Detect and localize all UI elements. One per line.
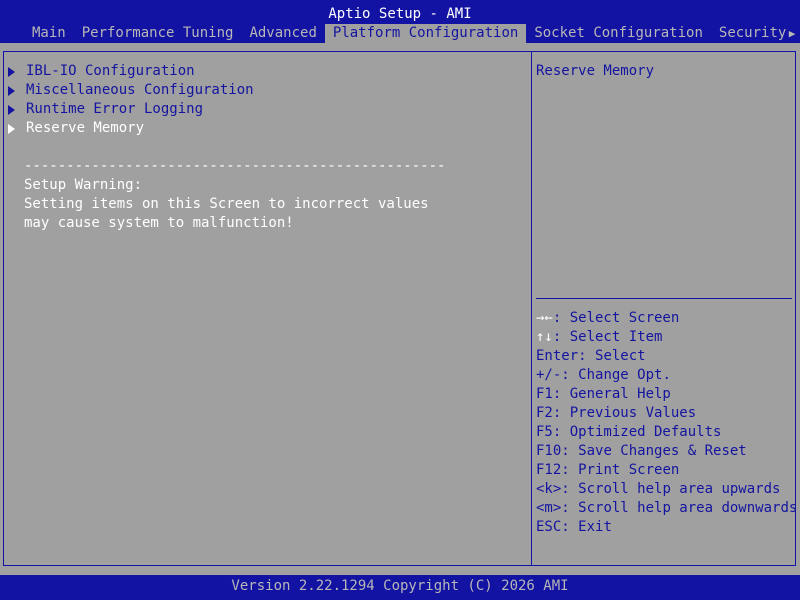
key-help-desc: : Optimized Defaults: [552, 424, 722, 440]
key-help-desc: : Scroll help area downwards: [561, 500, 798, 516]
arrow-up-down-icon: ↑↓: [536, 329, 553, 345]
key-help-desc: : Select: [578, 348, 646, 364]
arrow-left-right-icon: →←: [536, 310, 553, 326]
key-help-item: F10: Save Changes & Reset: [536, 442, 797, 461]
menu-item-iblio-configuration[interactable]: IBL-IO Configuration: [6, 62, 254, 81]
footer-bar: Version 2.22.1294 Copyright (C) 2026 AMI: [0, 575, 800, 600]
key-help-item: F1: General Help: [536, 385, 797, 404]
key-help-key: F5: [536, 424, 553, 440]
key-help-key: F10: [536, 443, 562, 459]
menu-item-reserve-memory[interactable]: Reserve Memory: [6, 119, 254, 138]
key-help-desc: : General Help: [552, 386, 671, 402]
tab-performance-tuning[interactable]: Performance Tuning: [74, 24, 242, 43]
key-help-key: +/-: [536, 367, 562, 383]
menu-item-label: Runtime Error Logging: [26, 101, 204, 117]
menu-list: IBL-IO Configuration Miscellaneous Confi…: [6, 62, 254, 138]
tab-bar: Main Performance Tuning Advanced Platfor…: [0, 24, 800, 43]
title-bar: Aptio Setup - AMI Main Performance Tunin…: [0, 0, 800, 43]
key-help-list: →←: Select Screen ↑↓: Select Item Enter:…: [536, 309, 797, 537]
warning-separator: ----------------------------------------…: [24, 158, 446, 174]
key-help-item: <k>: Scroll help area upwards: [536, 480, 797, 499]
key-help-item: →←: Select Screen: [536, 309, 797, 328]
tab-socket-configuration[interactable]: Socket Configuration: [526, 24, 711, 43]
key-help-key: <k>: [536, 481, 562, 497]
key-help-item: F5: Optimized Defaults: [536, 423, 797, 442]
tab-advanced[interactable]: Advanced: [241, 24, 324, 43]
submenu-arrow-icon: [8, 123, 15, 134]
key-help-item: F12: Print Screen: [536, 461, 797, 480]
key-help-key: Enter: [536, 348, 579, 364]
key-help-item: ↑↓: Select Item: [536, 328, 797, 347]
key-help-desc: : Change Opt.: [561, 367, 671, 383]
tab-platform-configuration[interactable]: Platform Configuration: [324, 24, 527, 43]
key-help-item: <m>: Scroll help area downwards: [536, 499, 797, 518]
submenu-arrow-icon: [8, 66, 15, 77]
menu-item-label: Miscellaneous Configuration: [26, 82, 254, 98]
warning-line: may cause system to malfunction!: [24, 215, 294, 231]
key-help-desc: : Print Screen: [561, 462, 680, 478]
key-help-key: F2: [536, 405, 553, 421]
menu-item-label: IBL-IO Configuration: [26, 63, 195, 79]
key-help-key: <m>: [536, 500, 562, 516]
warning-line: Setting items on this Screen to incorrec…: [24, 196, 429, 212]
key-help-desc: : Select Item: [552, 329, 663, 345]
tab-main[interactable]: Main: [0, 24, 74, 43]
setup-warning: ----------------------------------------…: [24, 157, 445, 233]
key-help-key: ESC: [536, 519, 562, 535]
menu-item-label: Reserve Memory: [26, 120, 145, 136]
menu-item-runtime-error-logging[interactable]: Runtime Error Logging: [6, 100, 254, 119]
key-help-desc: : Scroll help area upwards: [561, 481, 781, 497]
key-help-key: F12: [536, 462, 562, 478]
menu-item-miscellaneous-configuration[interactable]: Miscellaneous Configuration: [6, 81, 254, 100]
key-help-desc: : Previous Values: [552, 405, 697, 421]
help-divider: [536, 298, 792, 299]
tab-scroll-right-icon[interactable]: ▶: [784, 24, 800, 43]
key-help-item: ESC: Exit: [536, 518, 797, 537]
app-title: Aptio Setup - AMI: [328, 6, 472, 22]
key-help-desc: : Save Changes & Reset: [561, 443, 747, 459]
key-help-item: Enter: Select: [536, 347, 797, 366]
panel-divider: [531, 51, 532, 566]
version-text: Version 2.22.1294 Copyright (C) 2026 AMI: [231, 578, 569, 594]
submenu-arrow-icon: [8, 104, 15, 115]
submenu-arrow-icon: [8, 85, 15, 96]
key-help-key: F1: [536, 386, 553, 402]
key-help-item: +/-: Change Opt.: [536, 366, 797, 385]
warning-heading: Setup Warning:: [24, 177, 143, 193]
key-help-item: F2: Previous Values: [536, 404, 797, 423]
tab-security[interactable]: Security: [711, 24, 794, 43]
help-description: Reserve Memory: [536, 63, 655, 79]
key-help-desc: : Select Screen: [552, 310, 680, 326]
key-help-desc: : Exit: [561, 519, 612, 535]
